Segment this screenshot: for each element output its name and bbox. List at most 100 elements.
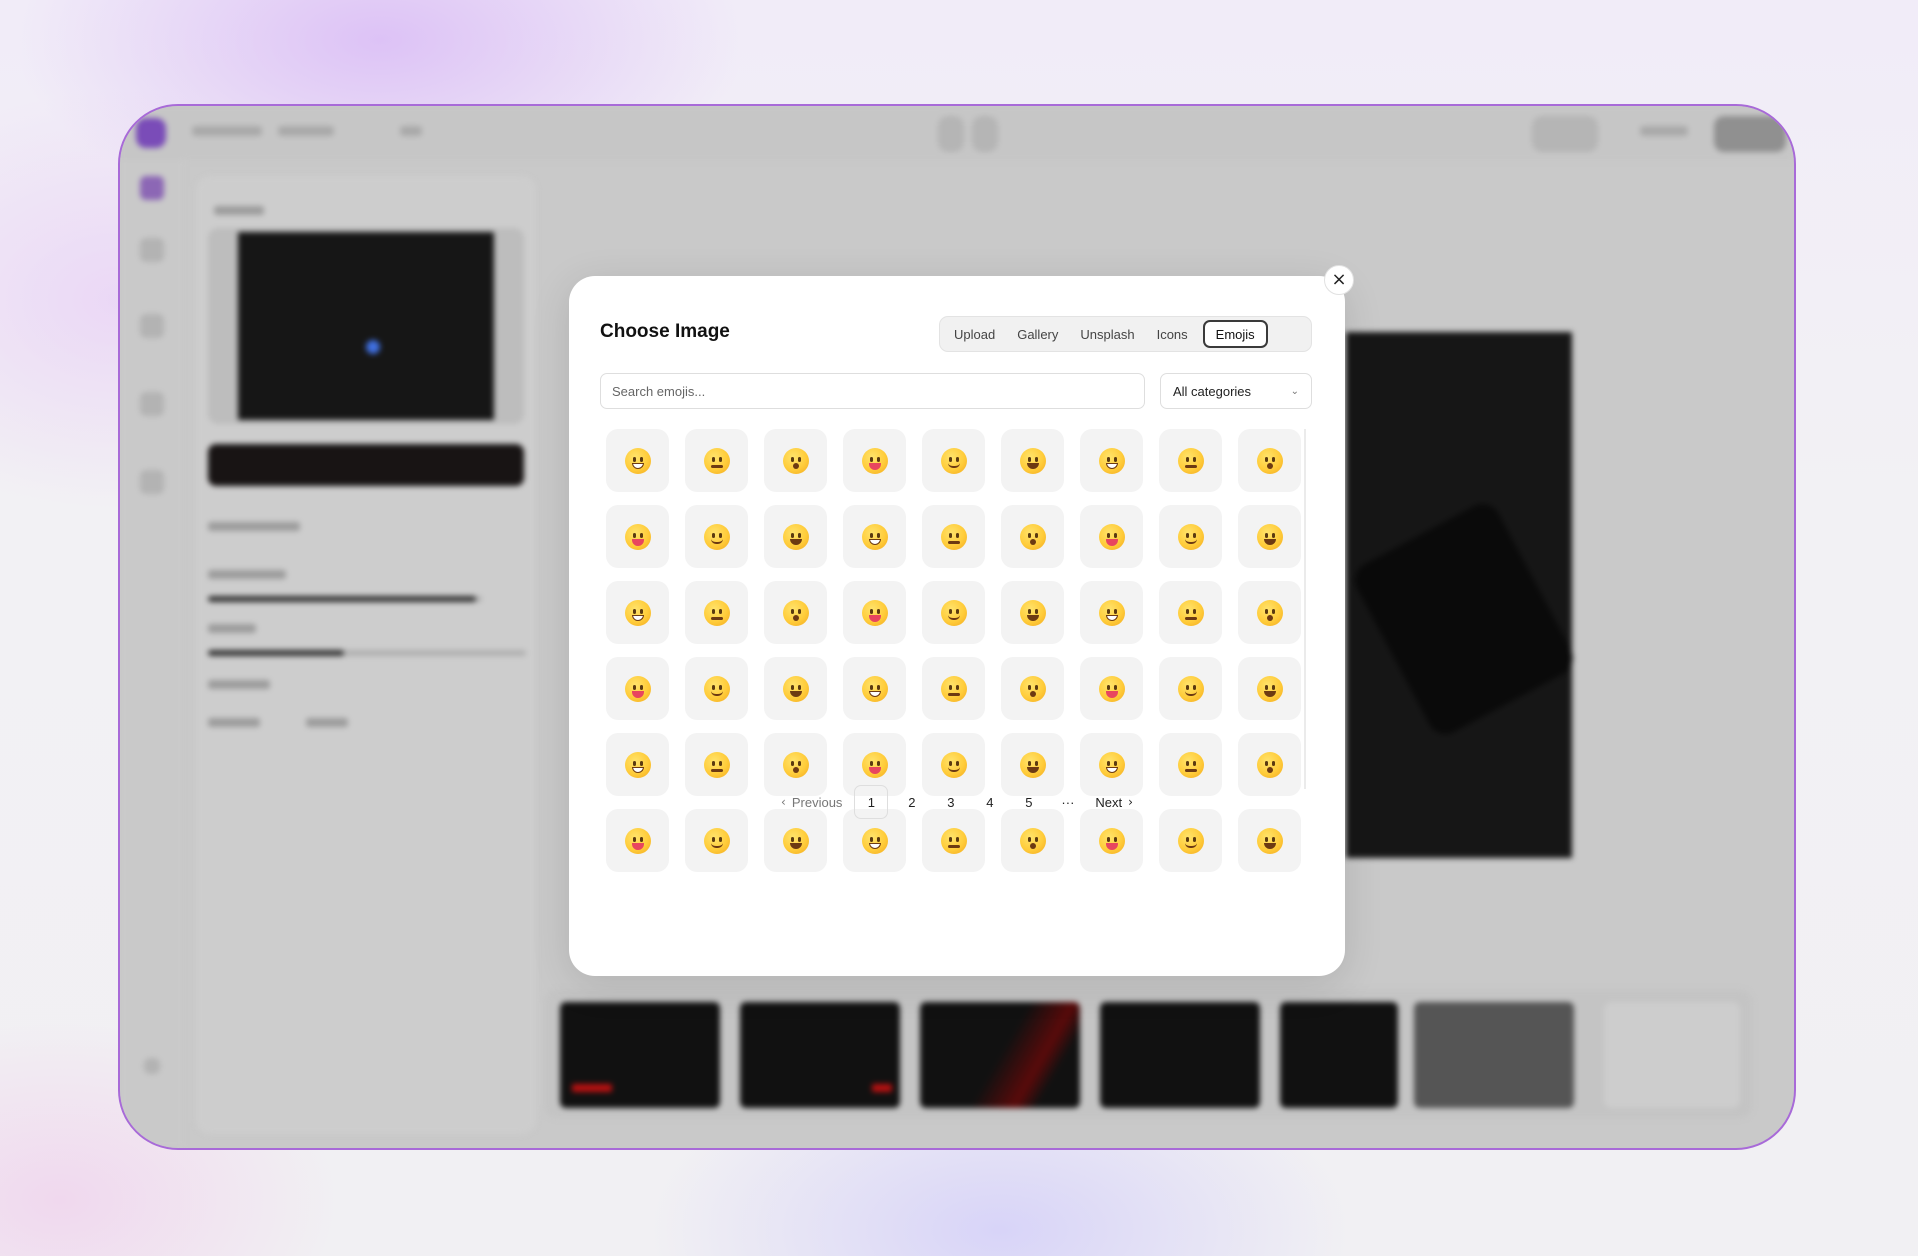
emoji-cell[interactable]: [685, 581, 748, 644]
next-page-button[interactable]: Next ›: [1087, 785, 1133, 819]
smiling-face-smiling-eyes-icon: [861, 523, 888, 550]
upside-down-face-icon: [624, 523, 651, 550]
emoji-cell[interactable]: [1001, 657, 1064, 720]
heart-eyes-icon: [1098, 523, 1125, 550]
emoji-cell[interactable]: [1159, 657, 1222, 720]
top-bar: [120, 106, 1794, 160]
smiling-face-halo-icon: [940, 523, 967, 550]
emoji-cell[interactable]: [1001, 581, 1064, 644]
lying-face-icon: [861, 827, 888, 854]
emoji-cell[interactable]: [843, 429, 906, 492]
grinning-face-big-eyes-icon: [703, 447, 730, 474]
unamused-face-icon: [1256, 751, 1283, 778]
emoji-cell[interactable]: [1238, 505, 1301, 568]
search-emojis-input[interactable]: [600, 373, 1145, 409]
modal-title: Choose Image: [600, 321, 730, 342]
emoji-cell[interactable]: [1159, 429, 1222, 492]
tab-gallery[interactable]: Gallery: [1006, 320, 1069, 348]
close-icon: ×: [1331, 269, 1347, 290]
winking-face-icon: [782, 523, 809, 550]
tab-emojis[interactable]: Emojis: [1202, 320, 1268, 348]
emoji-cell[interactable]: [606, 429, 669, 492]
star-struck-icon: [1177, 523, 1204, 550]
grinning-face-sweat-icon: [1019, 447, 1046, 474]
emoji-cell[interactable]: [843, 581, 906, 644]
emoji-cell[interactable]: [1238, 581, 1301, 644]
emoji-cell[interactable]: [1080, 657, 1143, 720]
emoji-cell[interactable]: [606, 657, 669, 720]
emoji-cell[interactable]: [685, 657, 748, 720]
emoji-cell[interactable]: [922, 505, 985, 568]
pagination-ellipsis: ···: [1061, 794, 1075, 810]
emoji-cell[interactable]: [1001, 505, 1064, 568]
hugging-face-icon: [782, 675, 809, 702]
emoji-cell[interactable]: [606, 505, 669, 568]
emoji-cell[interactable]: [922, 581, 985, 644]
emoji-cell[interactable]: [1159, 505, 1222, 568]
emoji-cell[interactable]: [1159, 581, 1222, 644]
tab-unsplash[interactable]: Unsplash: [1069, 320, 1145, 348]
face-peeking-eye-icon: [1019, 675, 1046, 702]
tab-icons[interactable]: Icons: [1146, 320, 1199, 348]
melting-face-icon: [703, 523, 730, 550]
shushing-face-icon: [1098, 675, 1125, 702]
face-without-mouth-icon: [940, 751, 967, 778]
squinting-face-tongue-icon: [624, 675, 651, 702]
close-modal-button[interactable]: ×: [1324, 265, 1354, 295]
emoji-cell[interactable]: [764, 657, 827, 720]
emoji-cell[interactable]: [764, 581, 827, 644]
grinning-squinting-face-icon: [940, 447, 967, 474]
face-open-eyes-hand-over-mouth-icon: [940, 675, 967, 702]
smiling-face-tear-icon: [940, 599, 967, 626]
emoji-cell[interactable]: [1080, 505, 1143, 568]
neutral-face-icon: [782, 751, 809, 778]
emoji-cell[interactable]: [1238, 657, 1301, 720]
category-select[interactable]: All categories ⌄: [1160, 373, 1312, 409]
tab-upload[interactable]: Upload: [943, 320, 1006, 348]
chevron-down-icon: ⌄: [1290, 385, 1299, 397]
relieved-face-icon: [1019, 827, 1046, 854]
emoji-cell[interactable]: [1080, 429, 1143, 492]
emoji-cell[interactable]: [764, 429, 827, 492]
emoji-cell[interactable]: [685, 505, 748, 568]
slide-filmstrip: [544, 990, 1752, 1118]
smiling-face-icon: [703, 599, 730, 626]
choose-image-modal: Choose Image Upload Gallery Unsplash Ico…: [569, 276, 1345, 976]
smiling-face-hearts-icon: [1019, 523, 1046, 550]
emoji-cell[interactable]: [685, 429, 748, 492]
emoji-grid-scroll[interactable]: [606, 429, 1306, 872]
drooling-face-icon: [1256, 827, 1283, 854]
thinking-face-icon: [1177, 675, 1204, 702]
emoji-cell[interactable]: [843, 657, 906, 720]
emoji-cell[interactable]: [843, 505, 906, 568]
face-raised-eyebrow-icon: [703, 751, 730, 778]
face-blowing-kiss-icon: [1256, 523, 1283, 550]
pagination: ‹ Previous 1 2 3 4 5 ··· Next ›: [569, 785, 1345, 819]
expressionless-face-icon: [861, 751, 888, 778]
emoji-cell[interactable]: [922, 657, 985, 720]
page-2-button[interactable]: 2: [892, 785, 931, 819]
page-3-button[interactable]: 3: [931, 785, 970, 819]
smirking-face-icon: [1177, 751, 1204, 778]
kissing-face-smiling-eyes-icon: [861, 599, 888, 626]
kissing-face-icon: [624, 599, 651, 626]
dotted-line-face-icon: [1019, 751, 1046, 778]
page-5-button[interactable]: 5: [1009, 785, 1048, 819]
previous-page-button[interactable]: ‹ Previous: [781, 785, 854, 819]
emoji-cell[interactable]: [922, 429, 985, 492]
zipper-mouth-face-icon: [624, 751, 651, 778]
face-with-tongue-icon: [1098, 599, 1125, 626]
face-in-clouds-icon: [1098, 751, 1125, 778]
page-4-button[interactable]: 4: [970, 785, 1009, 819]
page-1-button[interactable]: 1: [854, 785, 889, 819]
emoji-cell[interactable]: [764, 505, 827, 568]
face-rolling-eyes-icon: [624, 827, 651, 854]
emoji-cell[interactable]: [1001, 429, 1064, 492]
emoji-cell[interactable]: [1238, 429, 1301, 492]
emoji-cell[interactable]: [606, 581, 669, 644]
face-hand-over-mouth-icon: [861, 675, 888, 702]
chevron-right-icon: ›: [1128, 795, 1133, 809]
winking-face-tongue-icon: [1177, 599, 1204, 626]
emoji-cell[interactable]: [1080, 581, 1143, 644]
face-tears-of-joy-icon: [1177, 447, 1204, 474]
